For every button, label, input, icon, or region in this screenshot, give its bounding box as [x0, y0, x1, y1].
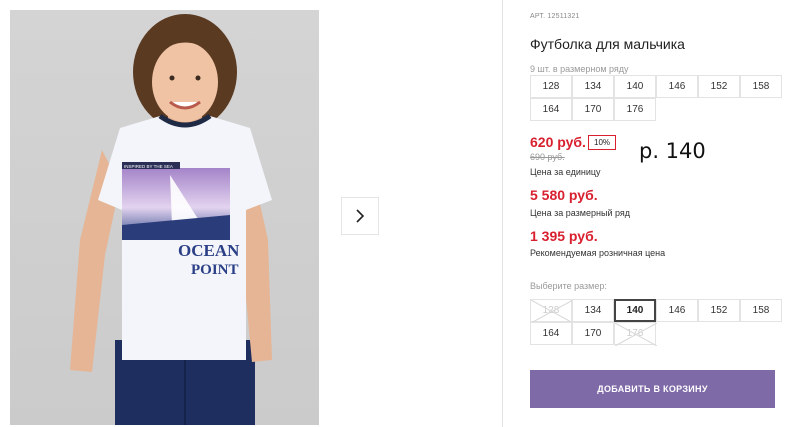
size-range-cell: 170 [572, 98, 614, 121]
size-range-cell: 164 [530, 98, 572, 121]
handwritten-size-note: р. 140 [639, 139, 706, 163]
unit-price: 620 руб. [530, 134, 586, 150]
size-option[interactable]: 176 [614, 322, 657, 346]
size-range-cell: 176 [614, 98, 656, 121]
size-option[interactable]: 146 [656, 299, 698, 322]
next-image-button[interactable] [341, 197, 379, 235]
product-photo[interactable]: INSPIRED BY THE SEA OCEAN POINT [10, 10, 319, 425]
product-gallery: INSPIRED BY THE SEA OCEAN POINT [0, 0, 510, 427]
retail-price-caption: Рекомендуемая розничная цена [530, 248, 666, 258]
size-option-label: 134 [584, 305, 602, 316]
size-option[interactable]: 170 [572, 322, 614, 345]
size-range-cell: 146 [656, 75, 698, 98]
size-range-cell: 140 [614, 75, 656, 98]
size-range-grid: 128 134 140 146 152 158 164 170 176 [530, 75, 782, 121]
unavailable-cross-icon [615, 323, 657, 346]
size-option-label: 146 [668, 305, 686, 316]
old-price: 690 руб. [530, 152, 565, 162]
size-option-label: 170 [584, 328, 602, 339]
print-small-text: INSPIRED BY THE SEA [124, 164, 173, 169]
discount-badge: 10% [588, 135, 617, 150]
print-big-text-1: OCEAN [178, 241, 240, 260]
chevron-right-icon [356, 209, 365, 223]
size-option[interactable]: 152 [698, 299, 740, 322]
range-price-caption: Цена за размерный ряд [530, 208, 631, 218]
size-range-cell: 152 [698, 75, 740, 98]
print-big-text-2: POINT [191, 262, 239, 278]
size-range-cell: 158 [740, 75, 782, 98]
retail-price: 1 395 руб. [530, 228, 598, 244]
product-sku: АРТ. 12511321 [530, 13, 580, 20]
range-price: 5 580 руб. [530, 187, 598, 203]
unit-price-caption: Цена за единицу [530, 167, 601, 177]
size-option[interactable]: 128 [530, 299, 573, 323]
product-title: Футболка для мальчика [530, 36, 685, 52]
size-range-info: 9 шт. в размерном ряду [530, 64, 629, 74]
divider [502, 0, 503, 427]
size-range-cell: 128 [530, 75, 572, 98]
product-info: АРТ. 12511321 Футболка для мальчика 9 шт… [530, 0, 800, 427]
add-to-cart-button[interactable]: ДОБАВИТЬ В КОРЗИНУ [530, 370, 775, 408]
size-option[interactable]: 164 [530, 322, 572, 345]
size-picker: 128 134 140 146 152 158 164 170 176 [530, 299, 782, 346]
size-option[interactable]: 134 [572, 299, 614, 322]
size-option-label: 152 [710, 305, 728, 316]
size-option-selected[interactable]: 140 [614, 299, 656, 322]
size-option-label: 140 [626, 305, 644, 316]
size-range-cell: 134 [572, 75, 614, 98]
size-option-label: 158 [752, 305, 770, 316]
size-option-label: 164 [542, 328, 560, 339]
boy-in-tshirt-image: INSPIRED BY THE SEA OCEAN POINT [70, 14, 272, 425]
size-picker-label: Выберите размер: [530, 281, 607, 291]
size-option[interactable]: 158 [740, 299, 782, 322]
unavailable-cross-icon [531, 300, 573, 323]
